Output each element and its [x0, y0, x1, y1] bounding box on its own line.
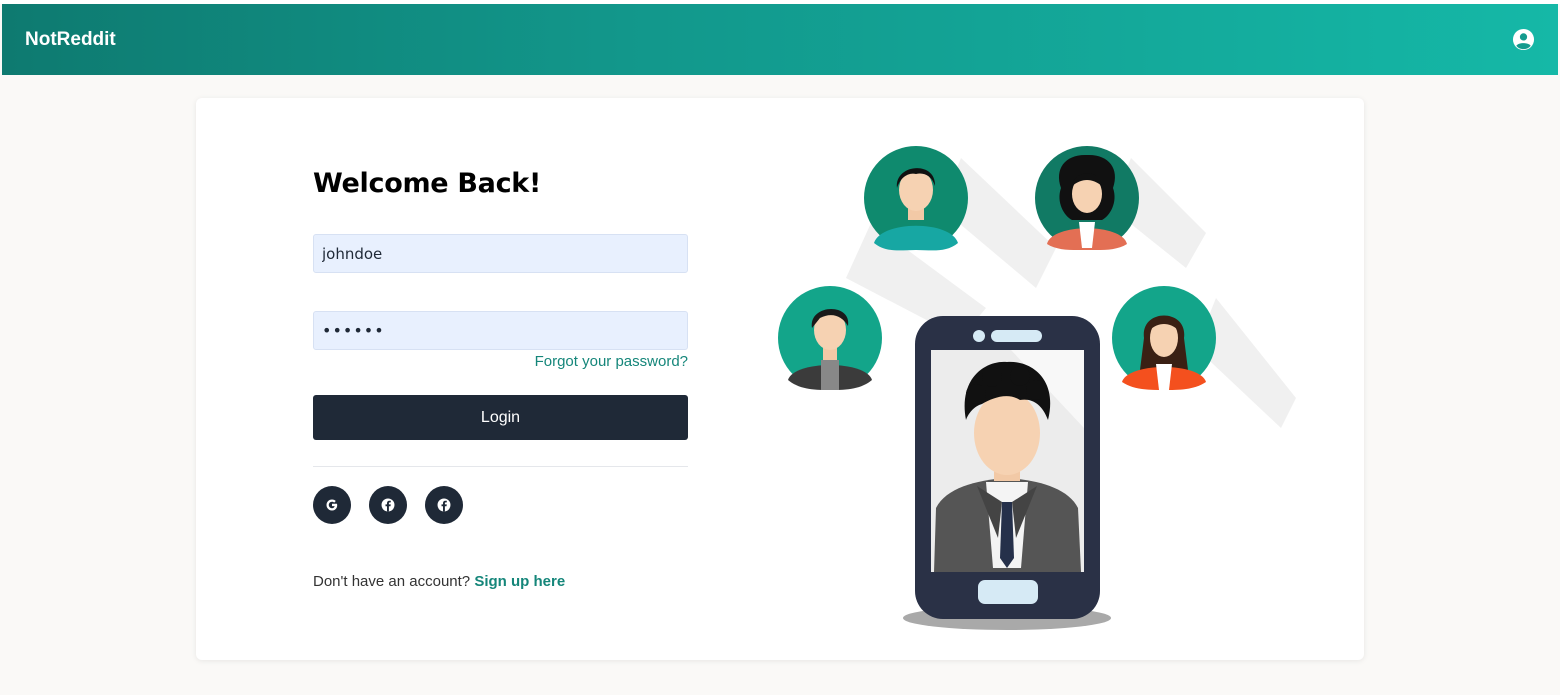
signup-prompt: Don't have an account? Sign up here [313, 573, 565, 590]
avatar-left [778, 286, 882, 390]
user-circle-icon[interactable] [1510, 27, 1536, 53]
forgot-password-link[interactable]: Forgot your password? [313, 353, 688, 370]
navbar: NotReddit [2, 4, 1558, 75]
phone-illustration [903, 316, 1111, 630]
google-login-button[interactable] [313, 486, 351, 524]
password-input[interactable] [313, 311, 688, 350]
login-card: Welcome Back! Forgot your password? Logi… [196, 98, 1364, 660]
facebook-login-button-2[interactable] [425, 486, 463, 524]
divider [313, 466, 688, 467]
signup-link[interactable]: Sign up here [474, 573, 565, 590]
facebook-login-button[interactable] [369, 486, 407, 524]
page-title: Welcome Back! [313, 168, 541, 199]
google-icon [326, 499, 338, 511]
brand-logo[interactable]: NotReddit [25, 29, 116, 51]
facebook-icon [381, 498, 395, 512]
avatar-top-right [1035, 146, 1139, 251]
avatar-top-left [864, 146, 968, 251]
avatar-right [1112, 286, 1216, 390]
video-call-illustration [778, 146, 1296, 630]
signup-prompt-text: Don't have an account? [313, 573, 471, 590]
login-button[interactable]: Login [313, 395, 688, 440]
username-input[interactable] [313, 234, 688, 273]
facebook-icon [437, 498, 451, 512]
